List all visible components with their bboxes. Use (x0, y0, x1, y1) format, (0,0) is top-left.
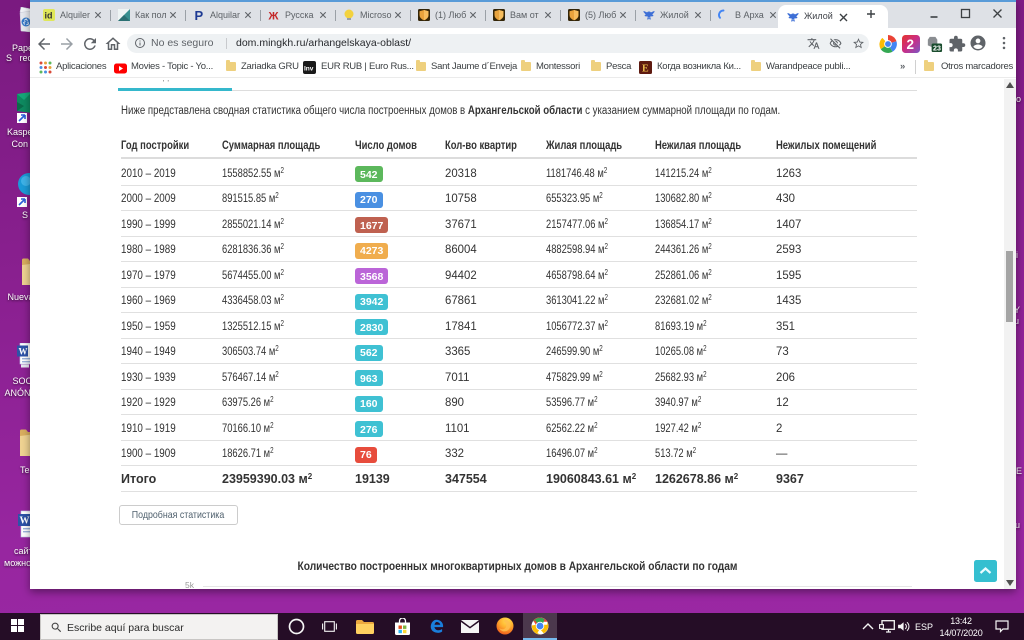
svg-text:W: W (19, 347, 28, 357)
svg-text:W: W (20, 516, 30, 527)
